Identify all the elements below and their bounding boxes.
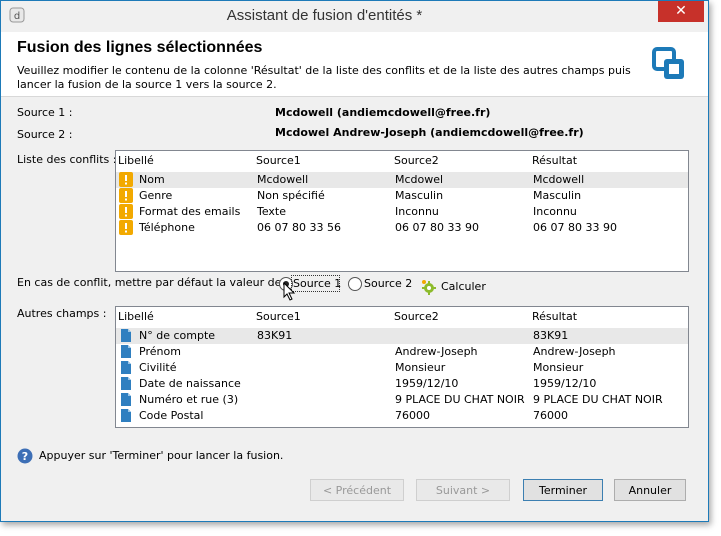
cell-label: Téléphone bbox=[139, 221, 195, 234]
hint-text: Appuyer sur 'Terminer' pour lancer la fu… bbox=[39, 449, 284, 462]
cell-label: Nom bbox=[139, 173, 165, 186]
gear-icon bbox=[422, 280, 436, 295]
cell-result[interactable]: Monsieur bbox=[533, 361, 583, 374]
field-icon bbox=[121, 329, 131, 342]
field-icon bbox=[121, 345, 131, 358]
cell-source2: 9 PLACE DU CHAT NOIR bbox=[395, 393, 525, 406]
source2-value: Mcdowel Andrew-Joseph (andiemcdowell@fre… bbox=[275, 126, 584, 139]
cell-source2: Monsieur bbox=[395, 361, 446, 374]
column-header[interactable]: Source2 bbox=[394, 154, 439, 167]
conflict-row[interactable]: Genre Non spécifié Masculin Masculin bbox=[116, 188, 688, 204]
cell-result[interactable]: 83K91 bbox=[533, 329, 568, 342]
cell-source2: Mcdowel bbox=[395, 173, 444, 186]
cell-result[interactable]: Mcdowell bbox=[533, 173, 584, 186]
field-row[interactable]: N° de compte 83K91 83K91 bbox=[116, 328, 688, 344]
finish-button[interactable]: Terminer bbox=[523, 479, 603, 501]
field-icon bbox=[121, 393, 131, 406]
cell-label: Code Postal bbox=[139, 409, 204, 422]
cell-source1: Non spécifié bbox=[257, 189, 325, 202]
cell-source2: Andrew-Joseph bbox=[395, 345, 478, 358]
cell-source2: 1959/12/10 bbox=[395, 377, 459, 390]
field-row[interactable]: Code Postal 76000 76000 bbox=[116, 408, 688, 424]
warning-icon bbox=[119, 188, 133, 203]
cell-source1: Texte bbox=[257, 205, 287, 218]
cell-label: Date de naissance bbox=[139, 377, 241, 390]
default-choice-label: En cas de conflit, mettre par défaut la … bbox=[17, 276, 289, 289]
cell-source1: 06 07 80 33 56 bbox=[257, 221, 341, 234]
conflict-row[interactable]: Téléphone 06 07 80 33 56 06 07 80 33 90 … bbox=[116, 220, 688, 236]
cell-result[interactable]: Andrew-Joseph bbox=[533, 345, 616, 358]
conflict-row[interactable]: Format des emails Texte Inconnu Inconnu bbox=[116, 204, 688, 220]
conflicts-list[interactable]: Libellé Source1 Source2 Résultat Nom Mcd… bbox=[115, 150, 689, 272]
cell-result[interactable]: 76000 bbox=[533, 409, 568, 422]
cell-label: N° de compte bbox=[139, 329, 216, 342]
column-header[interactable]: Source1 bbox=[256, 154, 301, 167]
column-header[interactable]: Libellé bbox=[118, 310, 154, 323]
other-fields-header: Libellé Source1 Source2 Résultat bbox=[116, 307, 688, 325]
source2-option-label[interactable]: Source 2 bbox=[364, 277, 412, 290]
window-title: Assistant de fusion d'entités * bbox=[226, 7, 423, 24]
column-header[interactable]: Source1 bbox=[256, 310, 301, 323]
source2-label: Source 2 : bbox=[17, 128, 73, 141]
calculate-label: Calculer bbox=[441, 280, 486, 293]
cell-result[interactable]: 9 PLACE DU CHAT NOIR bbox=[533, 393, 663, 406]
calculate-button[interactable]: Calculer bbox=[421, 278, 491, 296]
conflict-row[interactable]: Nom Mcdowell Mcdowel Mcdowell bbox=[116, 172, 688, 188]
next-button[interactable]: Suivant > bbox=[416, 479, 510, 501]
conflicts-label: Liste des conflits : bbox=[17, 153, 117, 166]
warning-icon bbox=[119, 204, 133, 219]
source1-value: Mcdowell (andiemcdowell@free.fr) bbox=[275, 106, 491, 119]
column-header[interactable]: Résultat bbox=[532, 310, 577, 323]
wizard-window: d Assistant de fusion d'entités * ✕ Fusi… bbox=[0, 0, 709, 522]
cell-source2: 06 07 80 33 90 bbox=[395, 221, 479, 234]
cell-source1: 83K91 bbox=[257, 329, 293, 342]
other-fields-label: Autres champs : bbox=[17, 307, 107, 320]
cell-result[interactable]: Inconnu bbox=[533, 205, 577, 218]
other-fields-list[interactable]: Libellé Source1 Source2 Résultat N° de c… bbox=[115, 306, 689, 428]
cell-result[interactable]: 06 07 80 33 90 bbox=[533, 221, 617, 234]
source2-radio[interactable] bbox=[348, 277, 362, 291]
title-bar: d Assistant de fusion d'entités * ✕ bbox=[1, 1, 708, 32]
source1-label: Source 1 : bbox=[17, 106, 73, 119]
cell-source2: Inconnu bbox=[395, 205, 439, 218]
merge-icon bbox=[652, 47, 684, 79]
column-header[interactable]: Source2 bbox=[394, 310, 439, 323]
field-row[interactable]: Civilité Monsieur Monsieur bbox=[116, 360, 688, 376]
warning-icon bbox=[119, 220, 133, 235]
cell-label: Genre bbox=[139, 189, 173, 202]
page-description: Veuillez modifier le contenu de la colon… bbox=[17, 64, 631, 91]
column-header[interactable]: Libellé bbox=[118, 154, 154, 167]
cell-label: Civilité bbox=[139, 361, 177, 374]
cell-label: Format des emails bbox=[139, 205, 241, 218]
close-icon: ✕ bbox=[675, 3, 687, 19]
cell-result[interactable]: Masculin bbox=[533, 189, 581, 202]
field-icon bbox=[121, 377, 131, 390]
field-row[interactable]: Prénom Andrew-Joseph Andrew-Joseph bbox=[116, 344, 688, 360]
cell-result[interactable]: 1959/12/10 bbox=[533, 377, 596, 390]
cell-source2: Masculin bbox=[395, 189, 444, 202]
field-row[interactable]: Date de naissance 1959/12/10 1959/12/10 bbox=[116, 376, 688, 392]
page-title: Fusion des lignes sélectionnées bbox=[17, 39, 263, 56]
wizard-header: Fusion des lignes sélectionnées Veuillez… bbox=[1, 32, 708, 97]
cell-label: Prénom bbox=[139, 345, 181, 358]
svg-text:?: ? bbox=[22, 450, 28, 463]
cell-label: Numéro et rue (3) bbox=[139, 393, 239, 406]
help-icon: ? bbox=[17, 448, 33, 464]
cell-source1: Mcdowell bbox=[257, 173, 309, 186]
column-header[interactable]: Résultat bbox=[532, 154, 577, 167]
conflicts-header: Libellé Source1 Source2 Résultat bbox=[116, 151, 688, 169]
source1-option-label[interactable]: Source 1 bbox=[293, 277, 341, 290]
field-icon bbox=[121, 361, 131, 374]
cancel-button[interactable]: Annuler bbox=[614, 479, 686, 501]
mouse-cursor-icon bbox=[283, 282, 296, 301]
previous-button[interactable]: < Précédent bbox=[310, 479, 404, 501]
field-icon bbox=[121, 409, 131, 422]
cell-source2: 76000 bbox=[395, 409, 430, 422]
field-row[interactable]: Numéro et rue (3) 9 PLACE DU CHAT NOIR 9… bbox=[116, 392, 688, 408]
close-button[interactable]: ✕ bbox=[658, 1, 704, 22]
warning-icon bbox=[119, 172, 133, 187]
